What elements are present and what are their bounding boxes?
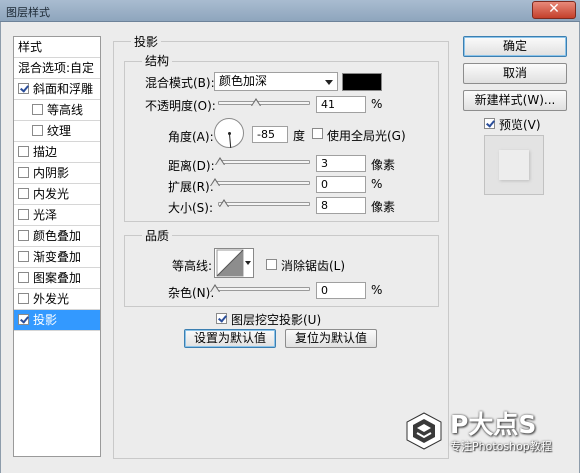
size-input[interactable]: 8 [316,197,366,214]
layer-knocks-out-checkbox[interactable] [216,313,227,324]
texture-checkbox[interactable] [32,125,43,136]
window-title: 图层样式 [6,6,50,19]
shadow-color-swatch[interactable] [342,73,382,91]
new-style-button[interactable]: 新建样式(W)... [463,90,567,111]
watermark-title: P大点S [450,410,537,439]
watermark: P大点S 专注Photoshop教程 [404,405,574,461]
angle-center-icon [228,132,231,135]
style-item-inner-glow[interactable]: 内发光 [14,184,100,205]
distance-label: 距离(D): [168,159,215,173]
style-item-color-overlay[interactable]: 颜色叠加 [14,226,100,247]
contour-label: 等高线: [172,259,213,273]
anti-alias-label: 消除锯齿(L) [281,259,346,273]
angle-input[interactable]: -85 [252,126,288,143]
make-default-button[interactable]: 设置为默认值 [184,329,276,348]
preview-label: 预览(V) [499,118,541,132]
color-overlay-checkbox[interactable] [18,230,29,241]
opacity-unit: % [371,97,383,111]
contour-checkbox[interactable] [32,104,43,115]
title-bar[interactable]: 图层样式 ✕ [0,0,580,22]
noise-input[interactable]: 0 [316,282,366,299]
spread-input[interactable]: 0 [316,176,366,193]
drop-shadow-title: 投影 [131,33,162,50]
gradient-overlay-checkbox[interactable] [18,251,29,262]
opacity-input[interactable]: 41 [316,96,366,113]
inner-glow-checkbox[interactable] [18,188,29,199]
global-light-checkbox[interactable] [312,128,323,139]
style-item-outer-glow[interactable]: 外发光 [14,289,100,310]
style-item-contour[interactable]: 等高线 [14,100,100,121]
watermark-subtitle: 专注Photoshop教程 [450,440,552,453]
blend-mode-select[interactable]: 颜色加深 [214,72,338,91]
size-label: 大小(S): [168,201,214,215]
opacity-slider-thumb[interactable] [250,98,261,107]
quality-title: 品质 [142,227,173,244]
opacity-label: 不透明度(O): [145,99,216,113]
inner-shadow-checkbox[interactable] [18,167,29,178]
noise-label: 杂色(N): [168,286,215,300]
distance-unit: 像素 [371,158,396,172]
styles-list: 样式 混合选项:自定 斜面和浮雕 等高线 纹理 描边 内阴影 内发光 光泽 颜色… [13,36,101,457]
anti-alias-checkbox[interactable] [266,259,277,270]
style-item-inner-shadow[interactable]: 内阴影 [14,163,100,184]
style-item-drop-shadow[interactable]: 投影 [14,310,100,331]
stroke-checkbox[interactable] [18,146,29,157]
outer-glow-checkbox[interactable] [18,293,29,304]
angle-unit: 度 [293,129,306,143]
style-item-gradient-overlay[interactable]: 渐变叠加 [14,247,100,268]
angle-label: 角度(A): [168,130,214,144]
noise-unit: % [371,283,383,297]
close-button[interactable]: ✕ [532,1,576,19]
noise-slider-track[interactable] [213,287,310,291]
preview-checkbox[interactable] [484,118,495,129]
distance-input[interactable]: 3 [316,155,366,172]
styles-header[interactable]: 样式 [14,37,100,58]
angle-dial[interactable] [214,118,244,148]
noise-slider-thumb[interactable] [210,284,220,293]
size-unit: 像素 [371,200,396,214]
spread-label: 扩展(R): [168,180,214,194]
satin-checkbox[interactable] [18,209,29,220]
structure-title: 结构 [142,52,173,69]
spread-slider-track[interactable] [213,181,310,185]
chevron-down-icon [245,261,251,265]
distance-slider-thumb[interactable] [215,157,225,166]
preview-swatch [499,150,529,180]
opacity-slider-track[interactable] [218,101,310,105]
spread-slider-thumb[interactable] [210,178,220,187]
drop-shadow-checkbox[interactable] [18,314,29,325]
watermark-logo-icon [406,412,442,450]
size-slider-track[interactable] [218,202,310,206]
contour-curve-icon [216,249,244,277]
style-item-texture[interactable]: 纹理 [14,121,100,142]
bevel-emboss-checkbox[interactable] [18,83,29,94]
chevron-down-icon [325,80,333,85]
style-item-satin[interactable]: 光泽 [14,205,100,226]
angle-needle-icon [229,133,232,148]
global-light-label: 使用全局光(G) [327,129,406,143]
pattern-overlay-checkbox[interactable] [18,272,29,283]
distance-slider-track[interactable] [218,160,310,164]
cancel-button[interactable]: 取消 [463,63,567,84]
style-item-bevel-emboss[interactable]: 斜面和浮雕 [14,79,100,100]
layer-knocks-out-label: 图层挖空投影(U) [231,313,322,327]
style-item-pattern-overlay[interactable]: 图案叠加 [14,268,100,289]
ok-button[interactable]: 确定 [463,36,567,57]
style-item-stroke[interactable]: 描边 [14,142,100,163]
contour-picker[interactable] [214,248,254,278]
blend-mode-label: 混合模式(B): [145,76,215,90]
size-slider-thumb[interactable] [219,199,229,208]
spread-unit: % [371,177,383,191]
style-preview-thumbnail [484,135,544,195]
reset-default-button[interactable]: 复位为默认值 [285,329,377,348]
blend-options-item[interactable]: 混合选项:自定 [14,58,100,79]
